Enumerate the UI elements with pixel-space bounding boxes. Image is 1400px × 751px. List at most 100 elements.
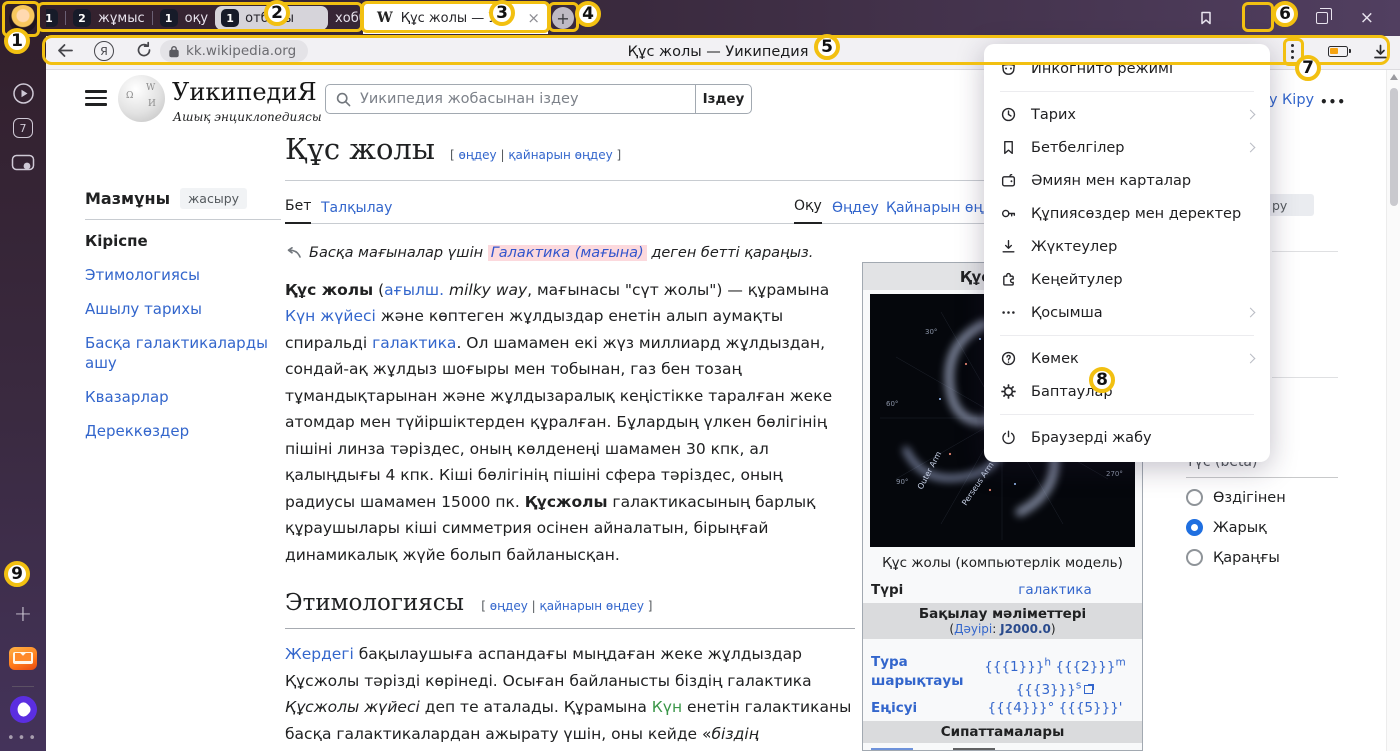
callout-8: 8: [1089, 367, 1115, 393]
menu-item-downloads[interactable]: Жүктеулер: [984, 230, 1270, 263]
menu-item-bookmarks[interactable]: Бетбелгілер: [984, 131, 1270, 164]
downloads-icon: [1000, 238, 1017, 255]
download-icon[interactable]: [1372, 43, 1389, 64]
toc-item-discovery[interactable]: Ашылу тарихы: [85, 292, 281, 326]
color-option-auto[interactable]: Өздігінен: [1186, 489, 1286, 506]
menu-item-close-browser[interactable]: Браузерді жабу: [984, 421, 1270, 454]
divider: [1272, 377, 1338, 378]
scrollbar-thumb[interactable]: [1390, 88, 1398, 206]
edit-source-link[interactable]: қайнарын өңдеу: [508, 148, 612, 162]
color-option-light[interactable]: Жарық: [1186, 519, 1267, 536]
kebab-menu-icon[interactable]: [1291, 44, 1294, 59]
infobox-ra-value[interactable]: {{{1}}}h {{{2}}}m {{{3}}}s: [976, 653, 1134, 700]
sidebar-add-icon[interactable]: +: [0, 602, 46, 627]
wiki-search-box[interactable]: Іздеу: [325, 84, 752, 114]
menu-item-incognito[interactable]: Инкогнито режимі: [984, 52, 1270, 85]
tab-groups-strip: 1 2 жұмыс 1 оқу 1 отбасы хобби: [40, 4, 391, 32]
radio-icon[interactable]: [1186, 519, 1203, 536]
hatnote-suffix: деген бетті қараңыз.: [651, 245, 813, 261]
image-label-60deg: 60°: [886, 400, 898, 408]
wiki-hamburger-icon[interactable]: [85, 90, 107, 106]
divider: [65, 11, 66, 25]
page-scrollbar[interactable]: [1386, 70, 1400, 751]
browser-sidebar: 7 + •••: [0, 0, 46, 751]
yandex-icon[interactable]: Я: [94, 41, 114, 61]
back-icon[interactable]: [56, 41, 75, 64]
menu-item-label: Браузерді жабу: [1031, 430, 1152, 446]
video-play-icon[interactable]: [0, 82, 46, 105]
browser-menu-button[interactable]: [1244, 12, 1260, 24]
scroll-up-arrow[interactable]: [1390, 74, 1398, 80]
new-tab-button[interactable]: +: [552, 7, 574, 29]
toc-item-quasars[interactable]: Квазарлар: [85, 380, 281, 414]
divider: [152, 11, 153, 25]
tab-talk[interactable]: Талқылау: [321, 200, 392, 224]
radio-label: Жарық: [1213, 520, 1267, 536]
sidebar-more-icon[interactable]: •••: [0, 731, 46, 746]
tab-page[interactable]: Бет: [285, 198, 311, 224]
tab-group-3-label[interactable]: оқу: [185, 11, 209, 26]
toc-hide-button[interactable]: жасыру: [180, 188, 247, 209]
edit-source-link[interactable]: қайнарын өңдеу: [540, 599, 644, 613]
side-panel-bookmark-icon[interactable]: [1198, 10, 1214, 26]
tab-read[interactable]: Оқу: [794, 198, 822, 224]
search-button[interactable]: Іздеу: [695, 85, 751, 113]
appearance-hide-button[interactable]: ру: [1268, 194, 1314, 216]
tab-group-2-count[interactable]: 2: [73, 9, 91, 27]
menu-item-help[interactable]: Көмек: [984, 342, 1270, 375]
radio-icon[interactable]: [1186, 489, 1203, 506]
tab-group-4-count: 1: [221, 9, 239, 27]
window-close-icon[interactable]: ×: [1360, 8, 1374, 28]
restore-window-icon[interactable]: [1316, 12, 1328, 24]
login-link[interactable]: Кіру: [1282, 92, 1314, 108]
search-input[interactable]: [360, 91, 695, 107]
header-more-icon[interactable]: •••: [1320, 95, 1346, 109]
search-icon: [336, 92, 351, 107]
infobox-type-value[interactable]: галактика: [976, 581, 1134, 600]
wikipedia-wordmark[interactable]: УикипедиЯ: [172, 78, 317, 106]
external-link-icon: [1084, 684, 1094, 694]
separator: |: [500, 148, 504, 162]
redirect-arrow-icon: [285, 247, 301, 259]
menu-item-passwords[interactable]: Құпиясөздер мен деректер: [984, 197, 1270, 230]
menu-item-history[interactable]: Тарих: [984, 98, 1270, 131]
toc-item-intro[interactable]: Кіріспе: [85, 224, 281, 258]
url-pill[interactable]: kk.wikipedia.org: [160, 40, 308, 62]
toc-item-other-galaxies[interactable]: Басқа галактикаларды ашу: [85, 326, 281, 380]
menu-item-settings[interactable]: Баптаулар: [984, 375, 1270, 408]
menu-item-extensions[interactable]: Кеңейтулер: [984, 263, 1270, 296]
intro-paragraph: Құс жолы (ағылш. milky way, мағынасы "сү…: [285, 277, 855, 569]
battery-icon[interactable]: [1328, 46, 1348, 57]
browser-tab[interactable]: W Құс жолы — Уик ×: [363, 2, 548, 34]
wikipedia-logo[interactable]: Ω W И: [118, 75, 165, 122]
tab-group-3-count[interactable]: 1: [160, 9, 178, 27]
tab-close-icon[interactable]: ×: [527, 11, 540, 26]
lock-icon: [168, 45, 180, 58]
screenshot-icon[interactable]: [0, 154, 46, 173]
divider: [1272, 251, 1338, 252]
etymology-heading: Этимологиясы [ өңдеу | қайнарын өңдеу ]: [285, 588, 855, 629]
edit-link[interactable]: өңдеу: [459, 148, 497, 162]
tab-group-2-label[interactable]: жұмыс: [98, 11, 145, 26]
menu-item-more[interactable]: Қосымша: [984, 296, 1270, 329]
edit-link[interactable]: өңдеу: [490, 599, 528, 613]
callout-7: 7: [1295, 55, 1321, 81]
radio-icon[interactable]: [1186, 549, 1203, 566]
infobox-ra-label[interactable]: Тура шарықтауы: [871, 653, 976, 700]
title-edit-links: [ өңдеу | қайнарын өңдеу ]: [450, 148, 621, 162]
bracket: ]: [617, 148, 622, 162]
bracket: ]: [648, 599, 653, 613]
tab-counter-badge[interactable]: 7: [0, 118, 46, 138]
yandex-mail-icon[interactable]: [0, 647, 46, 670]
refresh-icon[interactable]: [135, 41, 153, 63]
callout-6: 6: [1272, 1, 1298, 27]
toc-item-sources[interactable]: Дереккөздер: [85, 414, 281, 448]
menu-item-label: Кеңейтулер: [1031, 272, 1123, 288]
epoch-link[interactable]: Дәуірі: [954, 622, 992, 636]
toc-item-etymology[interactable]: Этимологиясы: [85, 258, 281, 292]
hatnote-link[interactable]: Галактика (мағына): [488, 245, 647, 261]
color-option-dark[interactable]: Қараңғы: [1186, 549, 1280, 566]
tab-edit[interactable]: Өңдеу: [832, 200, 879, 224]
menu-item-wallet[interactable]: Әмиян мен карталар: [984, 164, 1270, 197]
alice-assistant-icon[interactable]: [0, 696, 46, 723]
